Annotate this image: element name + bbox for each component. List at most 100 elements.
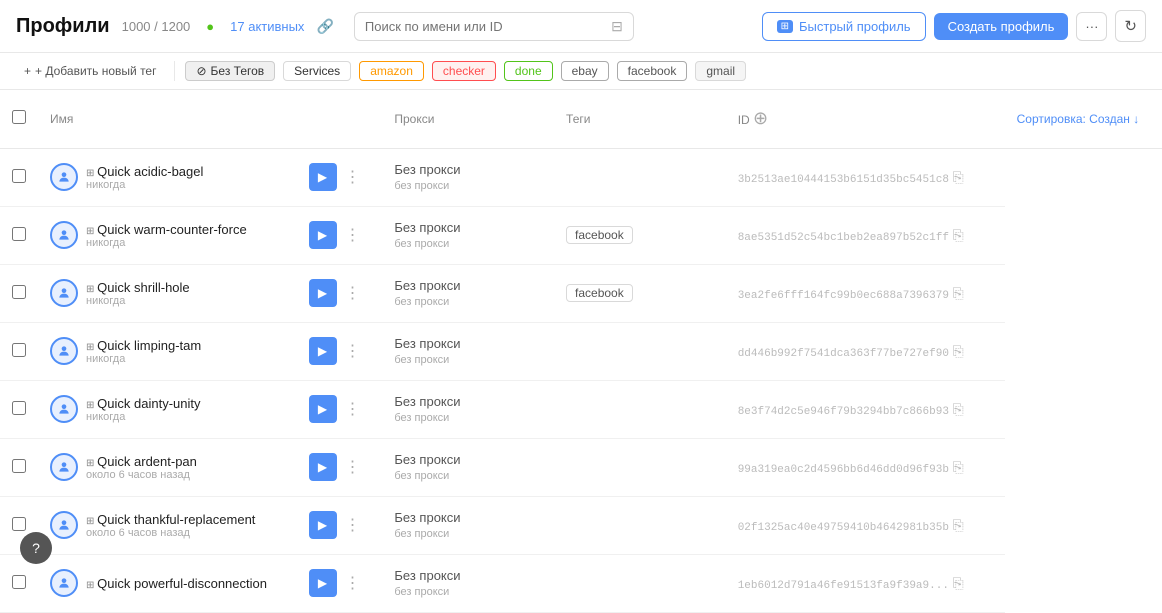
select-all-checkbox[interactable] <box>12 110 26 124</box>
row-checkbox[interactable] <box>12 575 26 589</box>
row-more-button[interactable]: ⋮ <box>341 513 365 537</box>
play-button[interactable]: ▶ <box>309 337 337 365</box>
play-button[interactable]: ▶ <box>309 279 337 307</box>
tags-column-header: Теги <box>554 90 726 148</box>
copy-id-button[interactable]: ⎘ <box>953 227 964 244</box>
row-proxy-cell: Без прокси без прокси <box>382 206 554 264</box>
profile-name: ⊞ Quick warm-counter-force <box>86 222 247 237</box>
tag-done[interactable]: done <box>504 61 553 81</box>
create-profile-button[interactable]: Создать профиль <box>934 13 1069 40</box>
copy-id-button[interactable]: ⎘ <box>953 343 964 360</box>
profile-count: 1000 / 1200 <box>122 19 191 34</box>
row-more-button[interactable]: ⋮ <box>341 223 365 247</box>
table-row: ⊞ Quick acidic-bagel никогда ▶ ⋮ Без про… <box>0 148 1162 206</box>
proxy-label: Без прокси <box>394 394 460 409</box>
row-name-cell: ⊞ Quick acidic-bagel никогда <box>38 148 297 206</box>
row-actions-cell: ▶ ⋮ <box>297 438 383 496</box>
profile-name: ⊞ Quick limping-tam <box>86 338 201 353</box>
name-cell-content: ⊞ Quick thankful-replacement около 6 час… <box>50 511 285 539</box>
row-actions-cell: ▶ ⋮ <box>297 496 383 554</box>
proxy-sub: без прокси <box>394 180 449 192</box>
proxy-sub: без прокси <box>394 238 449 250</box>
tag-facebook[interactable]: facebook <box>617 61 688 81</box>
tag-services[interactable]: Services <box>283 61 351 81</box>
row-checkbox[interactable] <box>12 285 26 299</box>
row-actions-cell: ▶ ⋮ <box>297 554 383 612</box>
copy-id-button[interactable]: ⎘ <box>953 401 964 418</box>
tag-badge[interactable]: facebook <box>566 284 633 302</box>
proxy-sub: без прокси <box>394 586 449 598</box>
tag-no-tags[interactable]: ⊘ Без Тегов <box>185 61 275 81</box>
tag-checker[interactable]: checker <box>432 61 496 81</box>
proxy-label: Без прокси <box>394 568 460 583</box>
profile-id: 8e3f74d2c5e946f79b3294bb7c866b93 <box>738 406 949 418</box>
help-button[interactable]: ? <box>20 532 52 564</box>
row-checkbox[interactable] <box>12 227 26 241</box>
tag-amazon[interactable]: amazon <box>359 61 424 81</box>
play-button[interactable]: ▶ <box>309 163 337 191</box>
sort-label[interactable]: Сортировка: Создан ↓ <box>1005 90 1162 148</box>
pin-icon[interactable]: 🔗 <box>316 18 333 35</box>
row-checkbox[interactable] <box>12 169 26 183</box>
avatar <box>50 569 78 597</box>
play-button[interactable]: ▶ <box>309 511 337 539</box>
row-checkbox[interactable] <box>12 343 26 357</box>
copy-id-button[interactable]: ⎘ <box>953 285 964 302</box>
name-cell-content: ⊞ Quick powerful-disconnection <box>50 569 285 597</box>
row-name-cell: ⊞ Quick shrill-hole никогда <box>38 264 297 322</box>
name-cell-content: ⊞ Quick ardent-pan около 6 часов назад <box>50 453 285 481</box>
tag-badge[interactable]: facebook <box>566 226 633 244</box>
add-id-icon[interactable]: ⊕ <box>753 108 768 128</box>
tag-ebay[interactable]: ebay <box>561 61 609 81</box>
copy-id-button[interactable]: ⎘ <box>953 169 964 186</box>
name-cell-content: ⊞ Quick acidic-bagel никогда <box>50 163 285 191</box>
row-more-button[interactable]: ⋮ <box>341 571 365 595</box>
row-tags-cell <box>554 438 726 496</box>
play-button[interactable]: ▶ <box>309 453 337 481</box>
row-checkbox[interactable] <box>12 401 26 415</box>
copy-id-button[interactable]: ⎘ <box>953 575 964 592</box>
profiles-table-wrap: Имя Прокси Теги ID ⊕ Сортировка: Создан … <box>0 90 1162 613</box>
copy-id-button[interactable]: ⎘ <box>953 459 964 476</box>
row-more-button[interactable]: ⋮ <box>341 281 365 305</box>
profile-sub: никогда <box>86 353 201 365</box>
row-checkbox[interactable] <box>12 517 26 531</box>
row-more-button[interactable]: ⋮ <box>341 397 365 421</box>
row-id-cell: 8e3f74d2c5e946f79b3294bb7c866b93 ⎘ <box>726 380 1005 438</box>
row-tags-cell <box>554 554 726 612</box>
play-button[interactable]: ▶ <box>309 395 337 423</box>
row-checkbox[interactable] <box>12 459 26 473</box>
windows-icon: ⊞ <box>777 20 793 33</box>
row-more-button[interactable]: ⋮ <box>341 165 365 189</box>
row-name-cell: ⊞ Quick warm-counter-force никогда <box>38 206 297 264</box>
name-info: ⊞ Quick powerful-disconnection <box>86 576 267 591</box>
add-tag-button[interactable]: + + Добавить новый тег <box>16 61 164 81</box>
play-button[interactable]: ▶ <box>309 221 337 249</box>
name-info: ⊞ Quick acidic-bagel никогда <box>86 164 203 191</box>
search-input[interactable] <box>365 19 605 34</box>
proxy-sub: без прокси <box>394 296 449 308</box>
row-more-button[interactable]: ⋮ <box>341 455 365 479</box>
avatar <box>50 511 78 539</box>
play-button[interactable]: ▶ <box>309 569 337 597</box>
row-actions: ▶ ⋮ <box>309 395 371 423</box>
row-proxy-cell: Без прокси без прокси <box>382 380 554 438</box>
row-actions: ▶ ⋮ <box>309 279 371 307</box>
copy-id-button[interactable]: ⎘ <box>953 517 964 534</box>
table-row: ⊞ Quick powerful-disconnection ▶ ⋮ Без п… <box>0 554 1162 612</box>
table-row: ⊞ Quick ardent-pan около 6 часов назад ▶… <box>0 438 1162 496</box>
profile-id: 02f1325ac40e49759410b4642981b35b <box>738 522 949 534</box>
page-title: Профили <box>16 15 110 38</box>
avatar <box>50 221 78 249</box>
proxy-sub: без прокси <box>394 470 449 482</box>
profile-sub: никогда <box>86 179 203 191</box>
os-icon: ⊞ <box>86 342 97 353</box>
row-actions: ▶ ⋮ <box>309 221 371 249</box>
quick-profile-button[interactable]: ⊞ Быстрый профиль <box>762 12 926 41</box>
more-options-button[interactable]: ··· <box>1076 12 1107 41</box>
profile-name: ⊞ Quick powerful-disconnection <box>86 576 267 591</box>
tag-gmail[interactable]: gmail <box>695 61 746 81</box>
filter-icon[interactable]: ⊟ <box>611 18 623 35</box>
refresh-button[interactable]: ↻ <box>1115 10 1146 42</box>
row-more-button[interactable]: ⋮ <box>341 339 365 363</box>
